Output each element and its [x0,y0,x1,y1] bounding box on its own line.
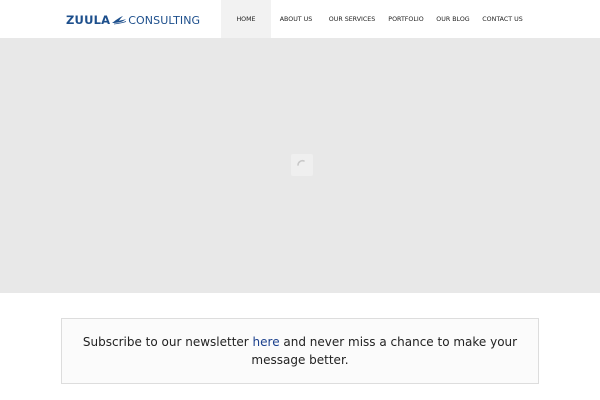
newsletter-callout: Subscribe to our newsletter here and nev… [61,318,539,384]
logo-wordmark-zuula: ZUULA [66,13,111,27]
logo-wordmark-consulting: CONSULTING [128,13,201,27]
bird-icon [112,16,127,25]
site-header: ZUULA CONSULTING HOME ABOUT US OUR SERVI… [0,0,600,45]
nav-item-our-services[interactable]: OUR SERVICES [321,0,383,38]
newsletter-subscribe-link[interactable]: here [253,335,280,349]
main-navigation: HOME ABOUT US OUR SERVICES PORTFOLIO OUR… [221,0,528,45]
nav-item-home[interactable]: HOME [221,0,271,45]
newsletter-text-after: and never miss a chance to make your mes… [251,335,518,367]
loading-spinner-icon [291,154,313,176]
nav-item-contact-us[interactable]: CONTACT US [477,0,528,38]
newsletter-text: Subscribe to our newsletter here and nev… [72,333,528,369]
nav-item-our-blog[interactable]: OUR BLOG [429,0,477,38]
nav-item-about-us[interactable]: ABOUT US [271,0,321,38]
site-logo[interactable]: ZUULA CONSULTING [66,12,200,28]
nav-item-portfolio[interactable]: PORTFOLIO [383,0,429,38]
newsletter-text-before: Subscribe to our newsletter [82,335,253,349]
hero-slider [0,38,600,293]
spinner-arc-icon [297,159,305,166]
